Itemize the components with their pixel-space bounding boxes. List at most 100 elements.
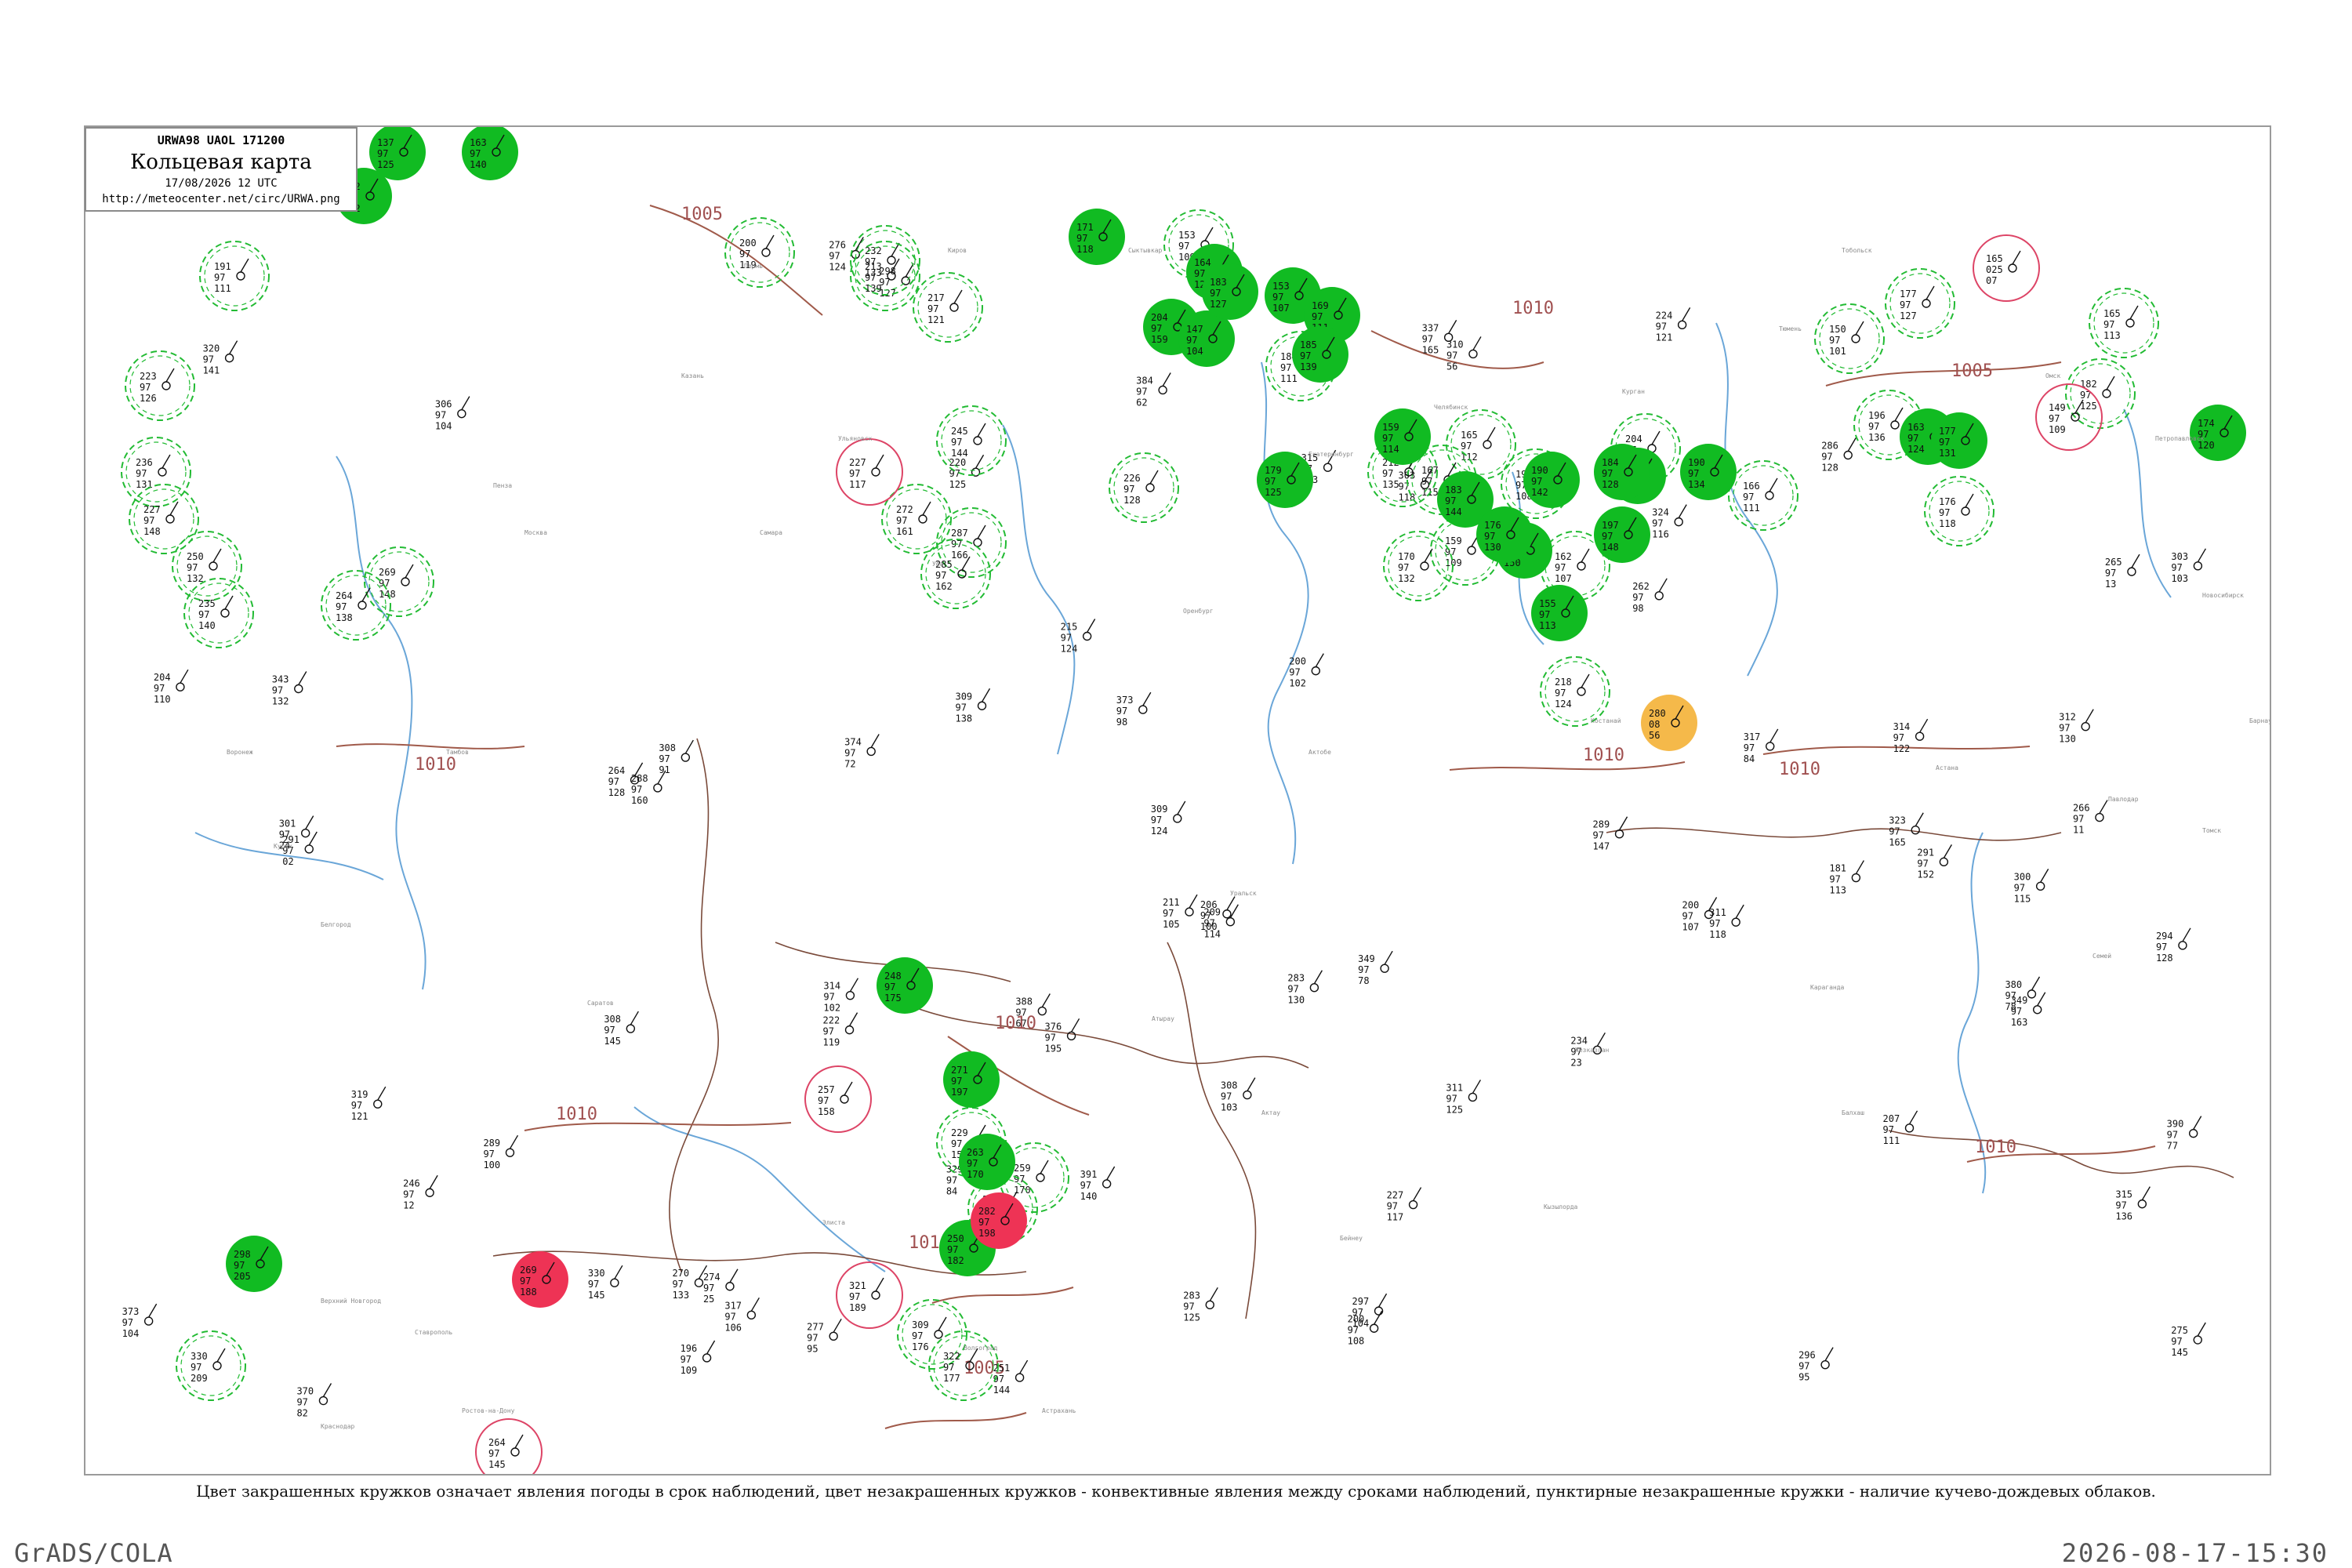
station-plot[interactable]: 2749725 (703, 1269, 739, 1305)
station-plot[interactable]: 3909777 (2167, 1116, 2202, 1152)
station-plot[interactable]: 18197113 (1829, 860, 1864, 896)
station-plot[interactable]: 2629798 (1632, 578, 1668, 614)
cumulonimbus-ring-station[interactable]: 33097209 (176, 1330, 246, 1401)
station-plot[interactable]: 21597124 (1061, 619, 1096, 655)
station-plot[interactable]: 37697195 (1045, 1018, 1080, 1054)
station-plot[interactable]: 28997147 (1593, 816, 1628, 852)
green-weather-station[interactable]: 18497128 (1594, 444, 1650, 500)
weather-map[interactable]: 1005101010051010 101010101010101010101005… (85, 127, 2270, 1474)
station-plot[interactable]: 3089791 (659, 739, 694, 775)
station-plot[interactable]: 27597145 (2171, 1322, 2206, 1358)
green-weather-station[interactable]: 17797131 (1931, 412, 1987, 469)
green-weather-station[interactable]: 19097142 (1523, 452, 1580, 508)
cumulonimbus-ring-station[interactable]: 22797148 (129, 484, 199, 554)
green-weather-station[interactable]: 24897175 (877, 957, 933, 1014)
station-plot[interactable]: 37397104 (122, 1303, 158, 1339)
station-plot[interactable]: 28697128 (1821, 437, 1857, 474)
green-weather-station[interactable]: 19097134 (1680, 444, 1737, 500)
station-plot[interactable]: 20097102 (1289, 653, 1324, 689)
station-plot[interactable]: 27697124 (829, 237, 864, 273)
green-weather-station[interactable]: 29897205 (226, 1236, 282, 1292)
map-frame[interactable]: 1005 1010 1005 1010 1010 1010 1010 1010 1010 1005… (84, 125, 2271, 1475)
station-plot[interactable]: 31197125 (1446, 1080, 1482, 1115)
green-weather-station[interactable]: 15997114 (1374, 408, 1431, 465)
station-plot[interactable]: 34397132 (272, 671, 307, 707)
cumulonimbus-ring-station[interactable]: 17697118 (1924, 476, 1994, 546)
station-plot[interactable]: 34997163 (2011, 992, 2046, 1028)
station-plot[interactable]: 31297130 (2059, 709, 2094, 745)
red-weather-station[interactable]: 28297198 (971, 1192, 1027, 1249)
cumulonimbus-ring-station[interactable]: 16597113 (2089, 288, 2159, 358)
station-plot[interactable]: 31197118 (1709, 904, 1744, 940)
cumulonimbus-ring-station[interactable]: 24597144 (936, 405, 1007, 476)
station-plot[interactable]: 2969795 (1798, 1347, 1834, 1383)
station-plot[interactable]: 3709782 (296, 1383, 332, 1419)
station-plot[interactable]: 2659713 (2105, 554, 2140, 590)
station-plot[interactable]: 22797117 (1387, 1187, 1422, 1223)
station-plot[interactable]: 30697104 (435, 396, 470, 432)
cumulonimbus-ring-station[interactable]: 22397126 (125, 350, 195, 421)
station-plot[interactable]: 3499778 (1358, 950, 1393, 986)
cumulonimbus-ring-station[interactable]: 17097132 (1383, 531, 1454, 601)
station-plot[interactable]: 21197105 (1163, 894, 1198, 930)
station-plot[interactable]: 3749772 (844, 734, 880, 769)
green-weather-station[interactable]: 15597113 (1531, 585, 1588, 641)
cumulonimbus-ring-station[interactable]: 23697131 (121, 437, 191, 507)
cumulonimbus-ring-station[interactable]: 18297125 (2065, 358, 2136, 429)
red-weather-station[interactable]: 26997188 (512, 1251, 568, 1308)
station-plot[interactable]: 33097145 (588, 1265, 623, 1301)
station-plot[interactable]: 31997121 (351, 1086, 387, 1122)
green-weather-station[interactable]: 17997125 (1257, 452, 1313, 508)
station-plot[interactable]: 3849762 (1136, 372, 1171, 408)
station-plot[interactable]: 31797106 (724, 1297, 760, 1333)
station-plot[interactable]: 29197152 (1917, 844, 1952, 880)
station-plot[interactable]: 39197140 (1080, 1166, 1116, 1202)
cumulonimbus-ring-station[interactable]: 26997148 (364, 546, 434, 617)
cumulonimbus-ring-station[interactable]: 21897124 (1540, 656, 1610, 727)
cumulonimbus-ring-station[interactable]: 19197111 (199, 241, 270, 311)
convective-ring-station[interactable]: 14997109 (2035, 383, 2103, 451)
cumulonimbus-ring-station[interactable]: 15097101 (1814, 303, 1885, 374)
station-plot[interactable]: 30397103 (2171, 548, 2206, 584)
green-weather-station[interactable]: 16397140 (462, 127, 518, 180)
station-plot[interactable]: 28397130 (1287, 970, 1323, 1006)
cumulonimbus-ring-station[interactable]: 22697128 (1109, 452, 1179, 523)
green-weather-station[interactable]: 17497120 (2190, 405, 2246, 461)
station-plot[interactable]: 20497110 (154, 669, 189, 705)
station-plot[interactable]: 22297119 (823, 1012, 858, 1048)
convective-ring-station[interactable]: 26497145 (475, 1418, 543, 1474)
station-plot[interactable]: 28897160 (631, 770, 666, 806)
station-plot[interactable]: 31497122 (1893, 718, 1929, 754)
cumulonimbus-ring-station[interactable]: 26497138 (321, 570, 391, 641)
station-plot[interactable]: 30897145 (604, 1011, 639, 1047)
station-plot[interactable]: 29497128 (2156, 927, 2191, 964)
station-plot[interactable]: 28397125 (1183, 1287, 1218, 1323)
station-plot[interactable]: 2779795 (807, 1318, 842, 1354)
cumulonimbus-ring-station[interactable]: 21797121 (913, 272, 983, 343)
station-plot[interactable]: 31497102 (823, 978, 859, 1014)
station-plot[interactable]: 22497121 (1656, 307, 1691, 343)
station-plot[interactable]: 28997100 (483, 1134, 519, 1171)
cumulonimbus-ring-station[interactable]: 23597140 (183, 578, 254, 648)
station-plot[interactable]: 30897103 (1221, 1077, 1256, 1113)
cumulonimbus-ring-station[interactable]: 20097119 (724, 217, 795, 288)
cumulonimbus-ring-station[interactable]: 17797127 (1885, 268, 1955, 339)
station-plot[interactable]: 3739798 (1116, 691, 1152, 728)
green-weather-station[interactable]: 27197197 (943, 1051, 1000, 1108)
green-weather-station[interactable]: 17197118 (1069, 209, 1125, 265)
station-plot[interactable]: 2469712 (403, 1174, 438, 1210)
green-weather-station[interactable]: 18597139 (1292, 326, 1348, 383)
green-weather-station[interactable]: 17697130 (1476, 506, 1533, 563)
station-plot[interactable]: 32497116 (1652, 504, 1687, 540)
station-plot[interactable]: 19697109 (681, 1340, 716, 1376)
orange-weather-station[interactable]: 2800856 (1641, 695, 1697, 751)
station-plot[interactable]: 20797111 (1883, 1110, 1918, 1146)
station-plot[interactable]: 27097133 (672, 1265, 708, 1301)
convective-ring-station[interactable]: 32197189 (836, 1261, 903, 1329)
station-plot[interactable]: 22097125 (949, 454, 985, 490)
cumulonimbus-ring-station[interactable]: 25097132 (172, 531, 242, 601)
convective-ring-station[interactable]: 25797158 (804, 1065, 872, 1133)
station-plot[interactable]: 30097115 (2014, 868, 2049, 904)
green-weather-station[interactable]: 26397170 (959, 1134, 1015, 1190)
green-weather-station[interactable]: 18397127 (1202, 263, 1258, 320)
